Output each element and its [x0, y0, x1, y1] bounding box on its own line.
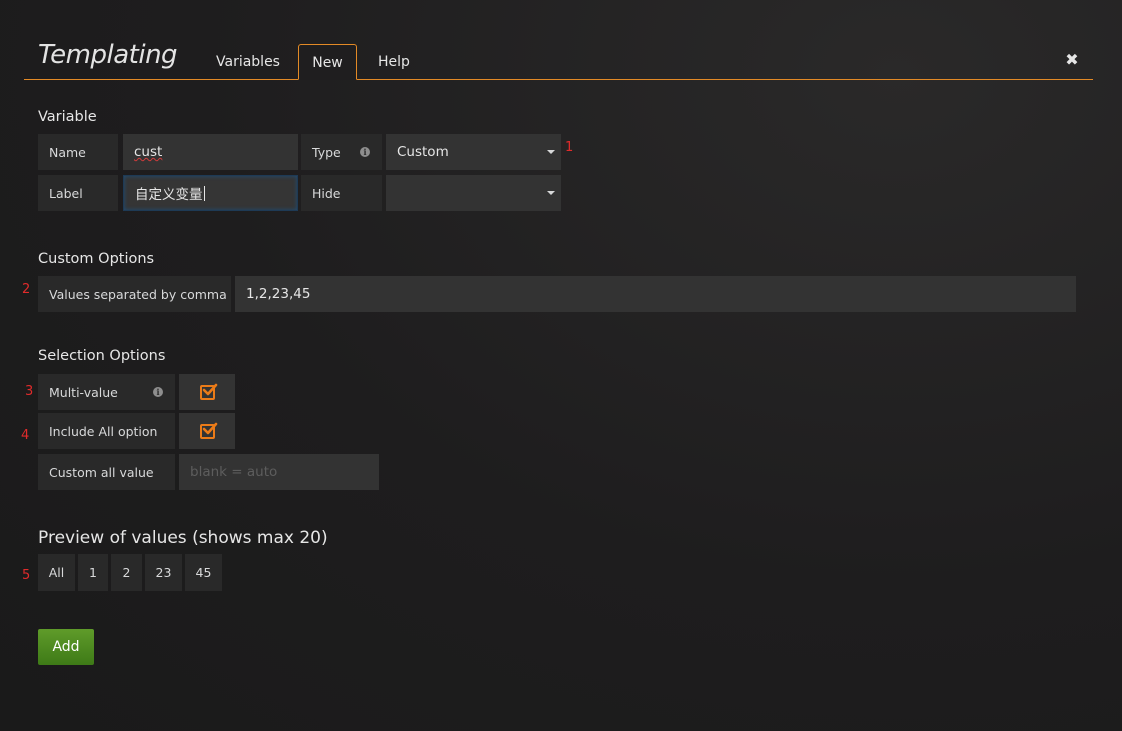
- label-input[interactable]: 自定义变量: [123, 175, 298, 211]
- text-cursor: [203, 185, 205, 201]
- info-icon: i: [360, 147, 370, 157]
- checkbox-checked-icon: [199, 422, 217, 439]
- type-select[interactable]: Custom: [386, 134, 561, 170]
- annotation-marker-3: 3: [25, 384, 34, 399]
- custom-all-input[interactable]: blank = auto: [179, 454, 379, 490]
- type-label-text: Type: [312, 144, 341, 160]
- add-button[interactable]: Add: [38, 629, 94, 665]
- preview-value-chip: 45: [185, 554, 222, 591]
- label-input-value: 自定义变量: [135, 187, 203, 203]
- chevron-down-icon: [547, 150, 555, 154]
- values-label: Values separated by comma: [38, 276, 231, 312]
- custom-options-section-title: Custom Options: [38, 251, 155, 267]
- multi-value-checkbox[interactable]: [179, 374, 235, 410]
- close-icon[interactable]: ✖: [1063, 50, 1081, 70]
- preview-value-chip: 2: [111, 554, 142, 591]
- tab-variables[interactable]: Variables: [216, 44, 280, 80]
- annotation-marker-1: 1: [565, 140, 574, 155]
- custom-all-label: Custom all value: [38, 454, 175, 490]
- info-icon: i: [153, 387, 163, 397]
- values-input[interactable]: 1,2,23,45: [235, 276, 1076, 312]
- variable-section-title: Variable: [38, 109, 97, 125]
- annotation-marker-4: 4: [21, 428, 30, 443]
- tab-new[interactable]: New: [298, 44, 357, 80]
- tab-help[interactable]: Help: [378, 44, 410, 80]
- tabs-divider: [24, 79, 1093, 80]
- type-select-value: Custom: [397, 144, 449, 160]
- label-label: Label: [38, 175, 118, 211]
- chevron-down-icon: [547, 191, 555, 195]
- include-all-label: Include All option: [38, 413, 175, 449]
- hide-label: Hide: [301, 175, 382, 211]
- selection-options-section-title: Selection Options: [38, 348, 166, 364]
- preview-value-chip: 23: [145, 554, 182, 591]
- checkbox-checked-icon: [199, 383, 217, 400]
- annotation-marker-5: 5: [22, 568, 31, 583]
- type-label: Type i: [301, 134, 382, 170]
- multi-value-label-text: Multi-value: [49, 384, 118, 400]
- page-title: Templating: [38, 40, 178, 70]
- name-label: Name: [38, 134, 118, 170]
- annotation-marker-2: 2: [22, 282, 31, 297]
- templating-page: Templating Variables New Help ✖ Variable…: [0, 0, 1122, 731]
- preview-value-chip: 1: [78, 554, 108, 591]
- preview-value-chip: All: [38, 554, 75, 591]
- preview-section-title: Preview of values (shows max 20): [38, 528, 328, 548]
- name-input-value: cust: [134, 144, 163, 160]
- include-all-checkbox[interactable]: [179, 413, 235, 449]
- hide-select[interactable]: [386, 175, 561, 211]
- name-input[interactable]: cust: [123, 134, 298, 170]
- multi-value-label: Multi-value i: [38, 374, 175, 410]
